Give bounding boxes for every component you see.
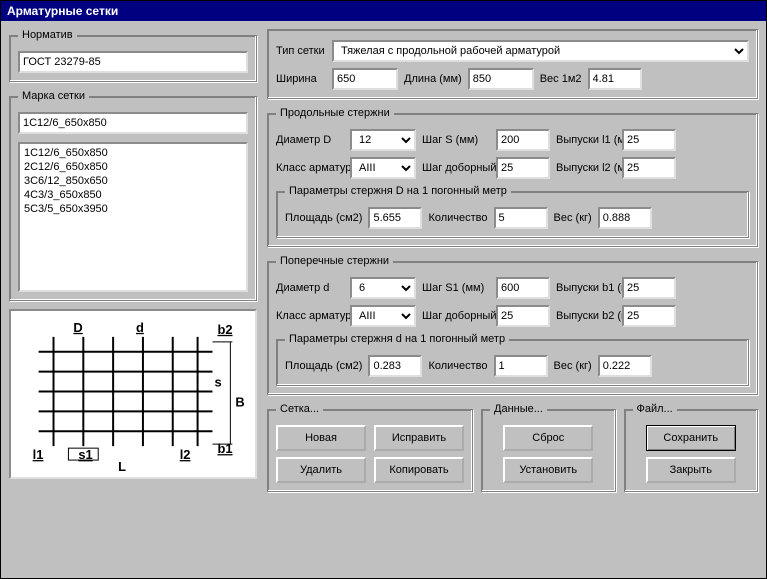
trans-count-input[interactable] bbox=[494, 355, 548, 377]
longit-params-group: Параметры стержня D на 1 погонный метр П… bbox=[276, 185, 749, 238]
trans-step-label: Шаг S1 (мм) bbox=[422, 282, 490, 294]
longit-diam-select[interactable]: 12 bbox=[350, 129, 416, 151]
longit-out2-label: Выпуски l2 (мм) bbox=[556, 162, 616, 174]
normative-input[interactable] bbox=[18, 51, 248, 73]
mesh-props-group: Тип сетки Тяжелая с продольной рабочей а… bbox=[267, 29, 758, 99]
transverse-legend: Поперечные стержни bbox=[276, 255, 393, 267]
longit-out1-label: Выпуски l1 (мм) bbox=[556, 134, 616, 146]
trans-wt-label: Вес (кг) bbox=[554, 360, 592, 372]
longit-count-input[interactable] bbox=[494, 207, 548, 229]
trans-count-label: Количество bbox=[428, 360, 487, 372]
trans-out2-label: Выпуски b2 (мм) bbox=[556, 310, 616, 322]
longit-area-label: Площадь (см2) bbox=[285, 212, 362, 224]
longit-step-input[interactable] bbox=[496, 129, 550, 151]
mesh-ops-legend: Сетка... bbox=[276, 403, 323, 415]
trans-out1-input[interactable] bbox=[622, 277, 676, 299]
set-button[interactable]: Установить bbox=[503, 457, 593, 483]
trans-diam-select[interactable]: 6 bbox=[350, 277, 416, 299]
mesh-wpm-input[interactable] bbox=[588, 68, 642, 90]
file-ops-group: Файл... Сохранить Закрыть bbox=[624, 403, 759, 492]
longit-area-input[interactable] bbox=[368, 207, 422, 229]
brand-input[interactable] bbox=[18, 112, 248, 134]
svg-text:l1: l1 bbox=[33, 447, 44, 462]
longit-count-label: Количество bbox=[428, 212, 487, 224]
data-ops-group: Данные... Сброс Установить bbox=[481, 403, 616, 492]
brand-legend: Марка сетки bbox=[18, 90, 89, 102]
trans-area-input[interactable] bbox=[368, 355, 422, 377]
svg-text:d: d bbox=[136, 320, 144, 335]
svg-text:b2: b2 bbox=[217, 322, 232, 337]
list-item[interactable]: 2С12/6_650x850 bbox=[22, 160, 244, 174]
trans-out2-input[interactable] bbox=[622, 305, 676, 327]
list-item[interactable]: 5С3/5_650x3950 bbox=[22, 202, 244, 216]
save-button[interactable]: Сохранить bbox=[646, 425, 736, 451]
close-button[interactable]: Закрыть bbox=[646, 457, 736, 483]
trans-params-group: Параметры стержня d на 1 погонный метр П… bbox=[276, 333, 749, 386]
trans-step-input[interactable] bbox=[496, 277, 550, 299]
brand-group: Марка сетки 1С12/6_650x850 2С12/6_650x85… bbox=[9, 90, 257, 301]
longit-wt-input[interactable] bbox=[598, 207, 652, 229]
mesh-width-input[interactable] bbox=[332, 68, 398, 90]
delete-button[interactable]: Удалить bbox=[276, 457, 366, 483]
svg-text:l2: l2 bbox=[180, 447, 191, 462]
svg-text:s: s bbox=[214, 375, 221, 390]
longit-step-label: Шаг S (мм) bbox=[422, 134, 490, 146]
svg-text:B: B bbox=[235, 394, 244, 409]
data-ops-legend: Данные... bbox=[490, 403, 547, 415]
mesh-type-label: Тип сетки bbox=[276, 45, 326, 57]
list-item[interactable]: 1С12/6_650x850 bbox=[22, 146, 244, 160]
file-ops-legend: Файл... bbox=[633, 403, 677, 415]
trans-out1-label: Выпуски b1 (мм) bbox=[556, 282, 616, 294]
longit-diam-label: Диаметр D bbox=[276, 134, 344, 146]
longit-wt-label: Вес (кг) bbox=[554, 212, 592, 224]
list-item[interactable]: 3С6/12_850x650 bbox=[22, 174, 244, 188]
mesh-type-select[interactable]: Тяжелая с продольной рабочей арматурой bbox=[332, 40, 749, 62]
longit-class-select[interactable]: AIII bbox=[350, 157, 416, 179]
longit-out1-input[interactable] bbox=[622, 129, 676, 151]
trans-class-select[interactable]: AIII bbox=[350, 305, 416, 327]
copy-button[interactable]: Копировать bbox=[374, 457, 464, 483]
trans-params-legend: Параметры стержня d на 1 погонный метр bbox=[285, 333, 509, 345]
longitudinal-legend: Продольные стержни bbox=[276, 107, 394, 119]
mesh-ops-group: Сетка... Новая Исправить Удалить Копиров… bbox=[267, 403, 473, 492]
reset-button[interactable]: Сброс bbox=[503, 425, 593, 451]
longit-params-legend: Параметры стержня D на 1 погонный метр bbox=[285, 185, 511, 197]
trans-diam-label: Диаметр d bbox=[276, 282, 344, 294]
trans-addstep-input[interactable] bbox=[496, 305, 550, 327]
longitudinal-group: Продольные стержни Диаметр D 12 Шаг S (м… bbox=[267, 107, 758, 247]
trans-area-label: Площадь (см2) bbox=[285, 360, 362, 372]
svg-text:L: L bbox=[118, 459, 126, 471]
transverse-group: Поперечные стержни Диаметр d 6 Шаг S1 (м… bbox=[267, 255, 758, 395]
mesh-diagram: D d b2 b1 s B l1 s1 l2 L bbox=[9, 309, 257, 479]
normative-group: Норматив bbox=[9, 29, 257, 82]
svg-text:D: D bbox=[73, 320, 82, 335]
window-title: Арматурные сетки bbox=[1, 1, 766, 21]
longit-class-label: Класс арматуры bbox=[276, 162, 344, 174]
brand-listbox[interactable]: 1С12/6_650x850 2С12/6_650x850 3С6/12_850… bbox=[18, 142, 248, 292]
mesh-wpm-label: Вес 1м2 bbox=[540, 73, 582, 85]
normative-legend: Норматив bbox=[18, 29, 77, 41]
mesh-width-label: Ширина bbox=[276, 73, 326, 85]
mesh-length-label: Длина (мм) bbox=[404, 73, 462, 85]
longit-out2-input[interactable] bbox=[622, 157, 676, 179]
mesh-length-input[interactable] bbox=[468, 68, 534, 90]
new-button[interactable]: Новая bbox=[276, 425, 366, 451]
trans-class-label: Класс арматуры bbox=[276, 310, 344, 322]
longit-addstep-input[interactable] bbox=[496, 157, 550, 179]
list-item[interactable]: 4С3/3_650x850 bbox=[22, 188, 244, 202]
trans-wt-input[interactable] bbox=[598, 355, 652, 377]
fix-button[interactable]: Исправить bbox=[374, 425, 464, 451]
